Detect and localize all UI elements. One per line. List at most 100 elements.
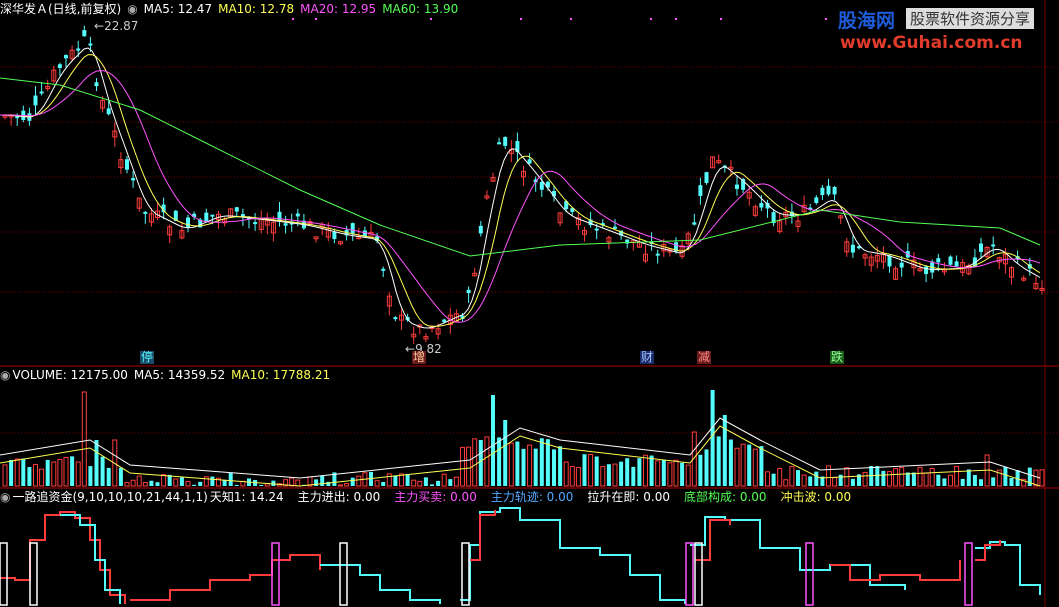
price-header: 深华发Ａ(日线,前复权) ◉ MA5: 12.47 MA10: 12.78 MA20: … — [0, 2, 464, 16]
volume-bar — [814, 471, 819, 486]
candle — [88, 43, 93, 46]
volume-bar — [27, 467, 32, 486]
volume-bar — [533, 448, 538, 486]
marker-dot — [315, 18, 317, 20]
volume-bar — [295, 479, 301, 487]
volume-bar — [94, 440, 99, 486]
volume-bar — [673, 459, 679, 487]
event-tag-1[interactable]: 停 — [140, 351, 155, 364]
ma20-line — [0, 70, 1041, 323]
volume-bar — [417, 480, 423, 487]
volume-bar — [710, 390, 715, 486]
volume-bar — [1033, 469, 1039, 487]
volume-bar — [314, 479, 319, 486]
volume-bar — [649, 455, 654, 486]
volume-bar — [716, 436, 721, 486]
volume-bar — [521, 448, 526, 486]
volume-bar — [942, 478, 947, 486]
volume-bar — [33, 463, 38, 487]
ma5-line — [0, 47, 1041, 329]
candle — [814, 197, 819, 203]
candle — [131, 178, 136, 181]
volume-bar — [57, 458, 63, 487]
volume-bar — [917, 466, 923, 487]
volume-bar — [643, 454, 648, 487]
volume-bar — [1003, 466, 1008, 486]
marker-dot — [520, 18, 522, 20]
marker-dot — [292, 18, 294, 20]
ma20-label: MA20: 12.95 — [300, 2, 377, 16]
candle — [655, 253, 660, 256]
event-tag-4[interactable]: 减 — [697, 351, 712, 364]
volume-bar — [862, 471, 868, 487]
volume-bar — [582, 454, 587, 486]
event-tag-3[interactable]: 财 — [640, 351, 655, 364]
candle — [64, 55, 68, 59]
volume-bar — [637, 458, 642, 486]
ma60-line — [0, 77, 1041, 257]
candle — [253, 222, 258, 225]
volume-bar — [124, 482, 130, 487]
candle — [924, 266, 929, 274]
volume-bar — [954, 465, 960, 487]
volume-bar — [619, 461, 624, 486]
collapse-circle-icon[interactable]: ◉ — [0, 368, 10, 382]
volume-bar — [563, 461, 569, 487]
volume-bar — [179, 477, 184, 486]
volume-bar — [704, 449, 709, 486]
signal-box — [339, 542, 348, 606]
volume-bar — [460, 446, 465, 487]
volume-bar — [887, 471, 892, 487]
volume-bar — [88, 466, 93, 486]
candle — [125, 159, 129, 170]
marker-dot — [570, 18, 572, 20]
volume-bar — [740, 443, 746, 487]
volume-bar — [960, 478, 965, 486]
stock-title[interactable]: 深华发Ａ(日线,前复权) — [0, 2, 121, 16]
lasheng-label: 拉升在即: 0.00 — [587, 490, 670, 504]
zhuli-maimai-label: 主力买卖: 0.00 — [394, 490, 477, 504]
candle — [57, 64, 62, 68]
chongji-label: 冲击波: 0.00 — [780, 490, 852, 504]
volume-bar — [508, 442, 514, 487]
volume-bar — [51, 461, 57, 487]
volume-bar — [747, 444, 752, 486]
chart-canvas[interactable] — [0, 0, 1059, 607]
volume-bar — [734, 447, 740, 487]
candle — [948, 256, 953, 265]
ma5-label: MA5: 12.47 — [143, 2, 213, 16]
volume-bar — [21, 458, 26, 486]
candle — [704, 172, 709, 183]
volume-bar — [386, 473, 392, 487]
volume-bar — [838, 474, 843, 486]
volume-bar — [381, 481, 386, 486]
candle — [210, 214, 215, 217]
candle — [186, 217, 190, 228]
volume-bar — [631, 466, 636, 486]
volume-bar — [259, 485, 264, 486]
volume-bar — [899, 467, 905, 487]
event-tag-2[interactable]: 增 — [412, 351, 427, 364]
candle — [735, 184, 739, 189]
signal-box — [805, 542, 814, 606]
volume-bar — [155, 482, 160, 486]
high-marker: ←22.87 — [94, 19, 139, 33]
collapse-circle-icon[interactable]: ◉ — [0, 490, 10, 504]
volume-bar — [350, 477, 355, 486]
collapse-circle-icon[interactable]: ◉ — [127, 2, 137, 16]
volume-bar — [789, 466, 795, 487]
volume-bar — [948, 474, 953, 487]
volume-bar — [472, 438, 478, 487]
volume-bar — [9, 459, 14, 486]
volume-bar — [374, 480, 380, 487]
volume-bar — [783, 479, 789, 487]
event-tag-5[interactable]: 跌 — [830, 351, 845, 364]
volume-bar — [515, 441, 520, 486]
volume-bar — [759, 446, 764, 486]
volume-bar — [552, 449, 556, 486]
ma10-label: MA10: 12.78 — [218, 2, 295, 16]
volume-bar — [210, 476, 215, 486]
watermark-url: www.Guhai.com.cn — [840, 33, 1023, 53]
volume-bar — [430, 484, 434, 486]
volume-bar — [338, 484, 343, 487]
